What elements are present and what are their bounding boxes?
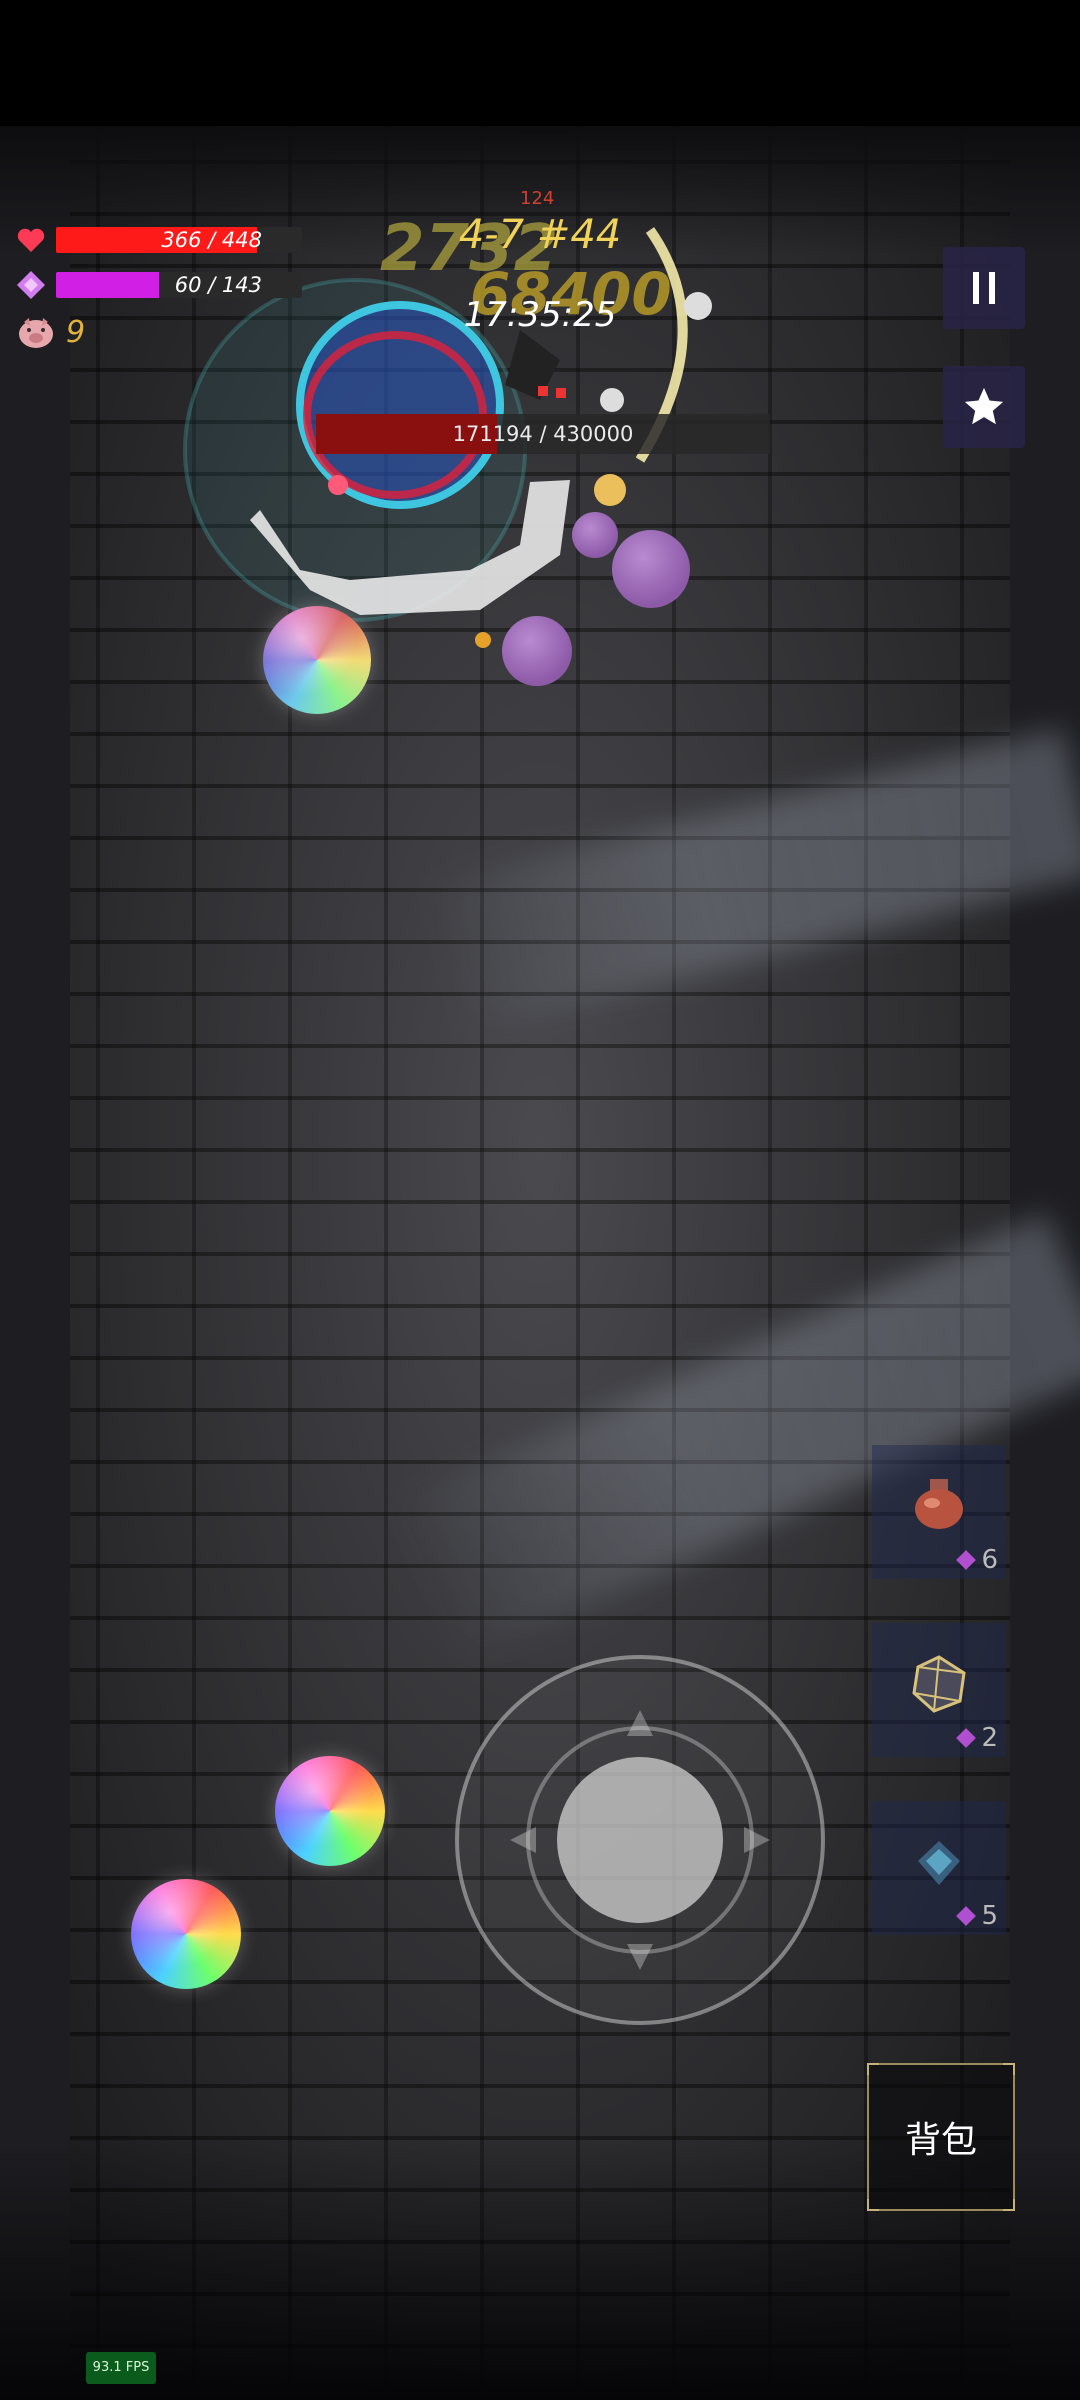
gem-icon: [956, 1550, 977, 1570]
enemy-orb-prismatic: [263, 606, 371, 714]
fps-counter: 93.1 FPS: [86, 2352, 156, 2384]
pause-icon: [973, 272, 995, 304]
gem-icon: [956, 1906, 977, 1926]
enemy-orb: [572, 512, 618, 558]
item-count: 2: [981, 1723, 998, 1753]
bag-label: 背包: [904, 2120, 977, 2161]
star-icon: [964, 387, 1004, 425]
boss-health-text: 171194 / 430000: [452, 422, 634, 446]
item-slot[interactable]: 5: [872, 1801, 1006, 1935]
stage-label: 4-7 #44: [458, 212, 622, 258]
joystick-knob[interactable]: [557, 1757, 723, 1923]
gem-icon: [956, 1728, 977, 1748]
light-ray: [387, 1213, 1080, 1662]
damage-number-small: 124: [520, 188, 555, 209]
enemy-orb: [502, 616, 572, 686]
item-count: 5: [981, 1901, 998, 1931]
boss-health-bar: 171194 / 430000: [316, 414, 770, 454]
item-count: 6: [981, 1545, 998, 1575]
virtual-joystick[interactable]: [450, 1650, 830, 2030]
crystal-icon: [918, 1841, 960, 1885]
enemy-orb-prismatic: [131, 1879, 241, 1989]
bag-button[interactable]: 背包: [867, 2063, 1015, 2211]
potion-icon: [915, 1479, 963, 1529]
item-slot[interactable]: 2: [872, 1623, 1006, 1757]
game-timer: 17:35:25: [463, 295, 617, 335]
pause-button[interactable]: [943, 247, 1025, 329]
dice-icon: [912, 1655, 966, 1713]
enemy-orb-prismatic: [275, 1756, 385, 1866]
favorite-button[interactable]: [943, 366, 1025, 448]
enemy-orb: [612, 530, 690, 608]
item-slot[interactable]: 6: [872, 1445, 1006, 1579]
